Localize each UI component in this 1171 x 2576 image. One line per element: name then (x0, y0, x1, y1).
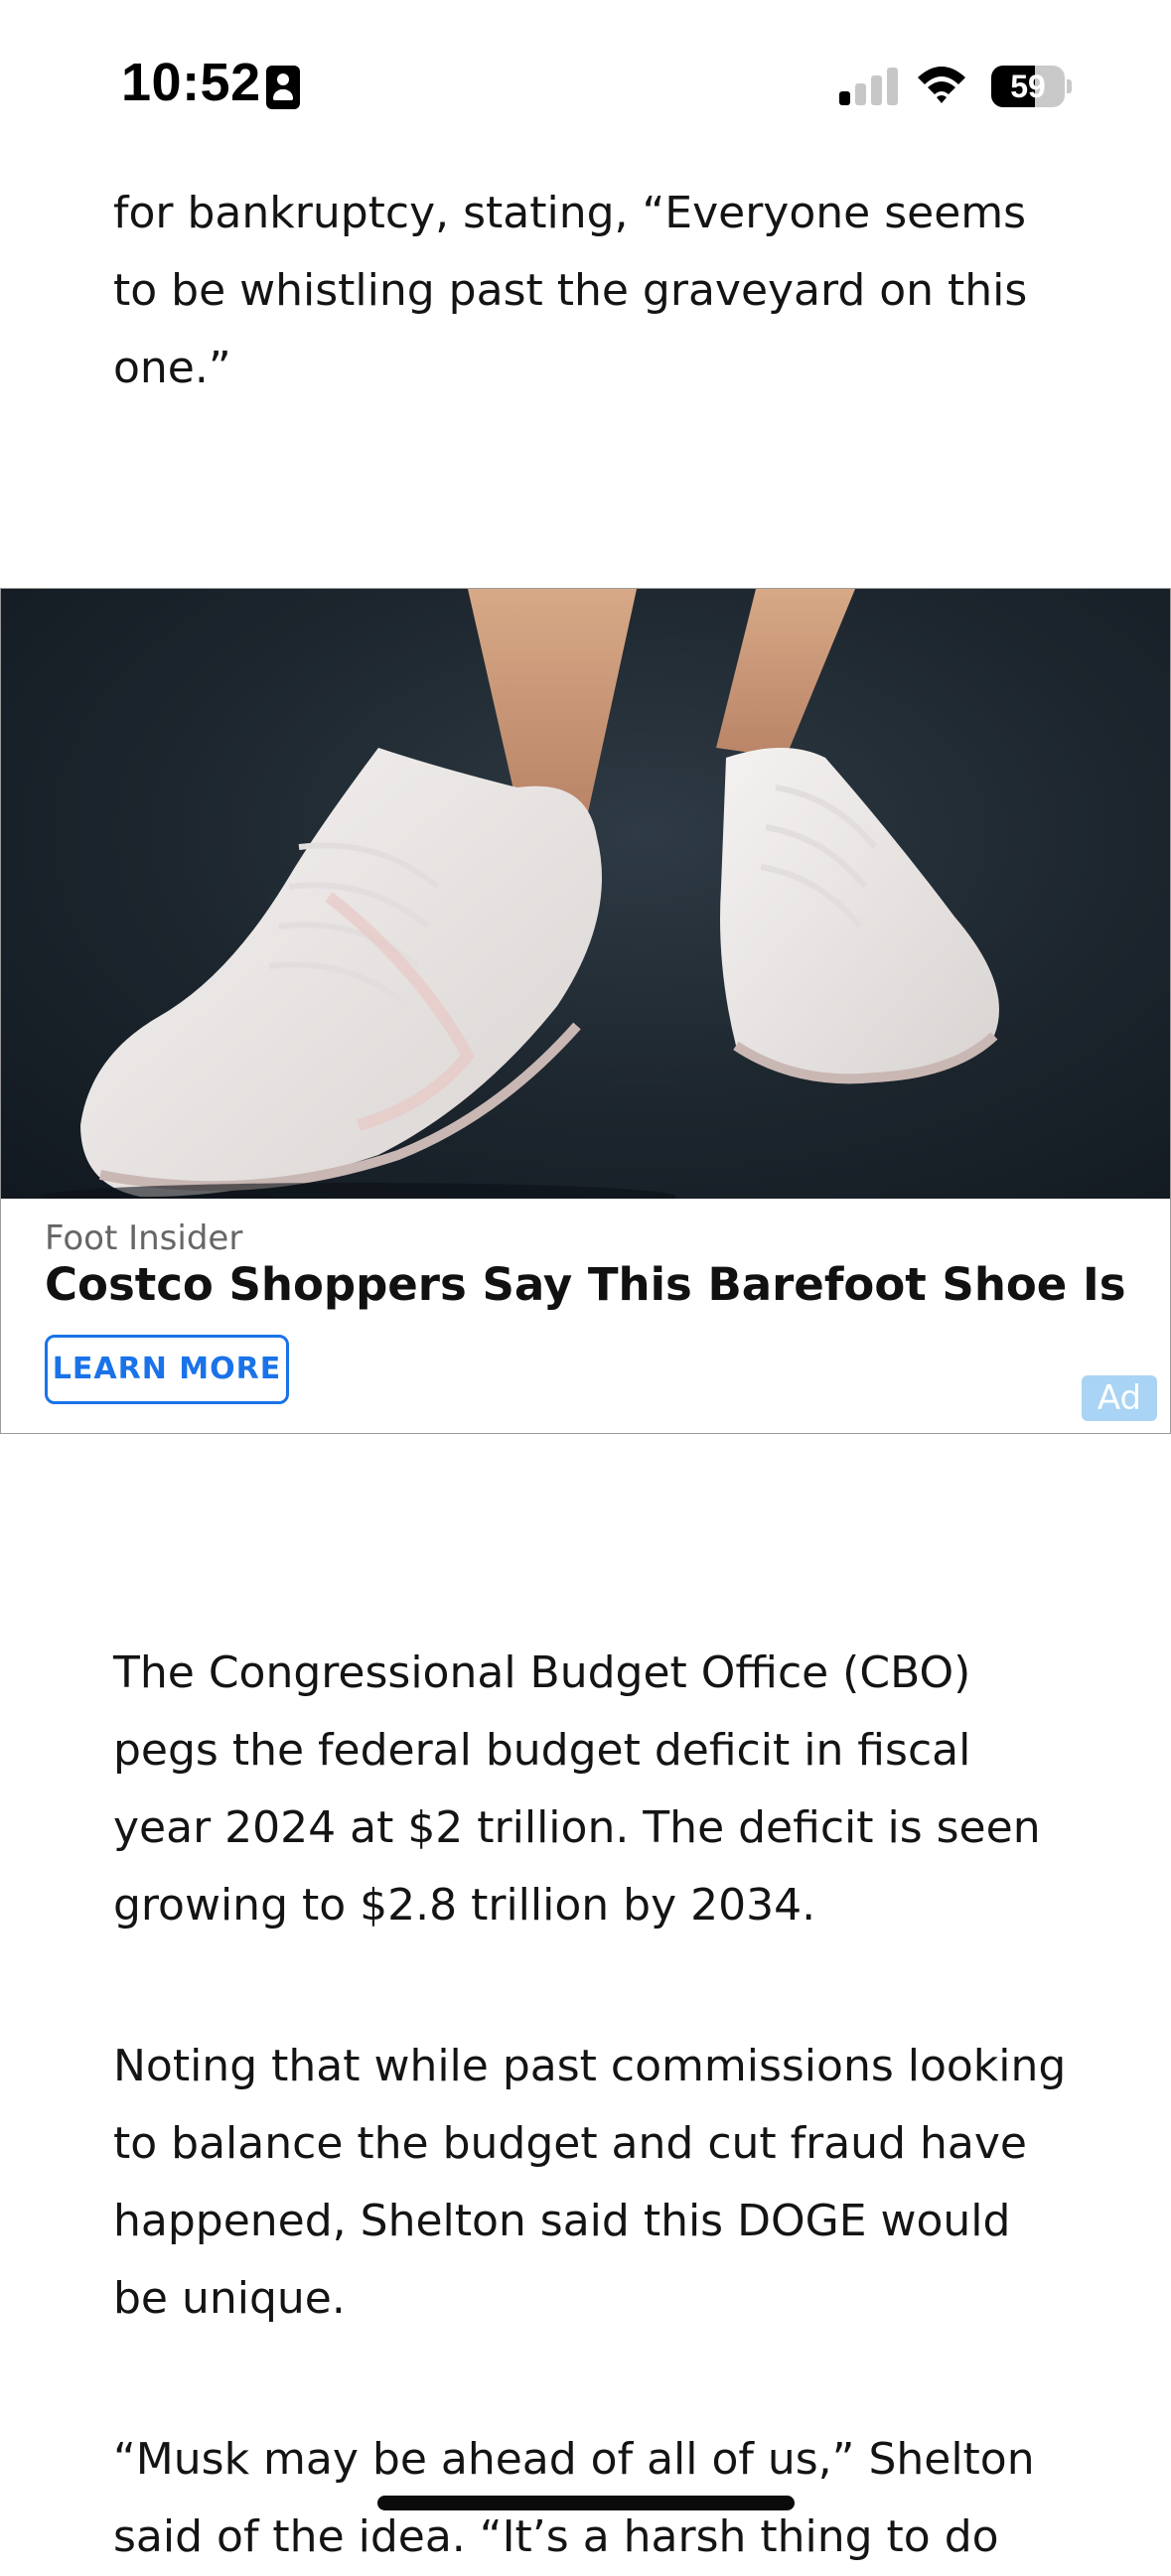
learn-more-button[interactable]: LEARN MORE (45, 1335, 289, 1404)
status-bar: 10:52 59 (0, 0, 1171, 149)
wifi-icon (916, 62, 967, 107)
battery-percent: 59 (1010, 69, 1046, 104)
ad-source: Foot Insider (45, 1218, 243, 1258)
ad-badge: Ad (1082, 1375, 1157, 1421)
ad-headline[interactable]: Costco Shoppers Say This Barefoot Shoe I… (45, 1258, 1137, 1311)
id-card-icon (266, 66, 300, 109)
cellular-signal-icon (839, 66, 899, 105)
shoe-photo-illustration (41, 589, 999, 1199)
home-indicator[interactable] (377, 2496, 795, 2510)
ad-card[interactable]: Foot Insider Costco Shoppers Say This Ba… (0, 588, 1171, 1434)
status-time: 10:52 (121, 53, 261, 112)
article-paragraph: for bankruptcy, stating, “Everyone seems… (113, 188, 1028, 393)
battery-icon: 59 (991, 66, 1072, 107)
ad-image[interactable] (1, 589, 1170, 1199)
article-paragraph: The Congressional Budget Office (CBO) pe… (113, 1647, 1041, 1931)
article-paragraph: Noting that while past commissions looki… (113, 2041, 1067, 2324)
